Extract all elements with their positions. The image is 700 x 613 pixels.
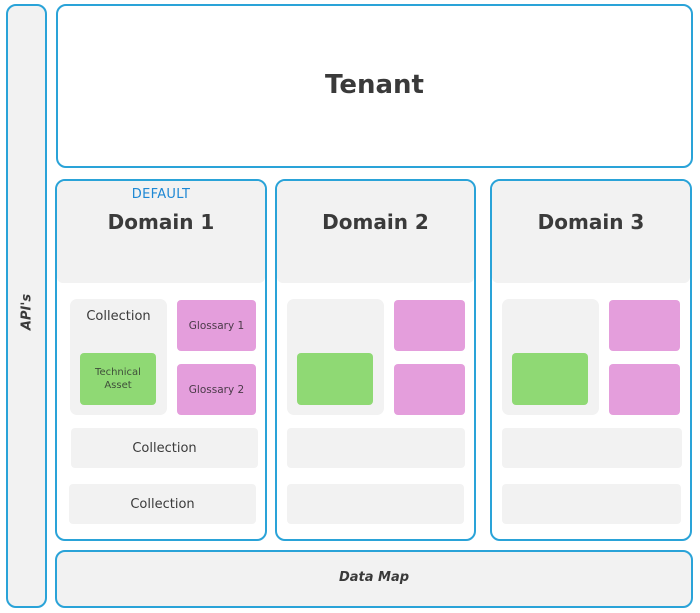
technical-asset: Technical Asset	[80, 353, 156, 405]
collection-row	[502, 484, 681, 524]
apis-label: API's	[19, 293, 34, 331]
glossary-1	[394, 300, 465, 351]
collection-row: Collection	[69, 484, 256, 524]
glossary-2	[609, 364, 680, 415]
collection-main	[502, 299, 599, 415]
domain-title: Domain 1	[107, 210, 215, 234]
domain-title: Domain 3	[537, 210, 645, 234]
glossary-1	[609, 300, 680, 351]
glossary-2	[394, 364, 465, 415]
domain-card-1: DEFAULT Domain 1 Collection Technical As…	[55, 179, 267, 541]
collection-row: Collection	[71, 428, 258, 468]
domain-card-3: Domain 3	[490, 179, 692, 541]
data-map-layer: Data Map	[55, 550, 693, 608]
collection-main: Collection Technical Asset	[70, 299, 167, 415]
collection-label: Collection	[86, 309, 151, 324]
domain-header: Domain 2	[277, 181, 474, 283]
apis-layer: API's	[6, 4, 47, 608]
default-badge: DEFAULT	[131, 187, 191, 202]
domain-header: Domain 3	[492, 181, 690, 283]
glossary-2: Glossary 2	[177, 364, 256, 415]
domain-card-2: Domain 2	[275, 179, 476, 541]
technical-asset	[297, 353, 373, 405]
collection-row	[502, 428, 682, 468]
tenant-title: Tenant	[325, 70, 424, 100]
collection-row	[287, 484, 464, 524]
glossary-1: Glossary 1	[177, 300, 256, 351]
data-map-title: Data Map	[338, 570, 410, 585]
domain-header: DEFAULT Domain 1	[57, 181, 265, 283]
collection-main	[287, 299, 384, 415]
technical-asset	[512, 353, 588, 405]
domain-title: Domain 2	[322, 210, 429, 234]
collection-row	[287, 428, 465, 468]
tenant-box: Tenant	[56, 4, 693, 168]
